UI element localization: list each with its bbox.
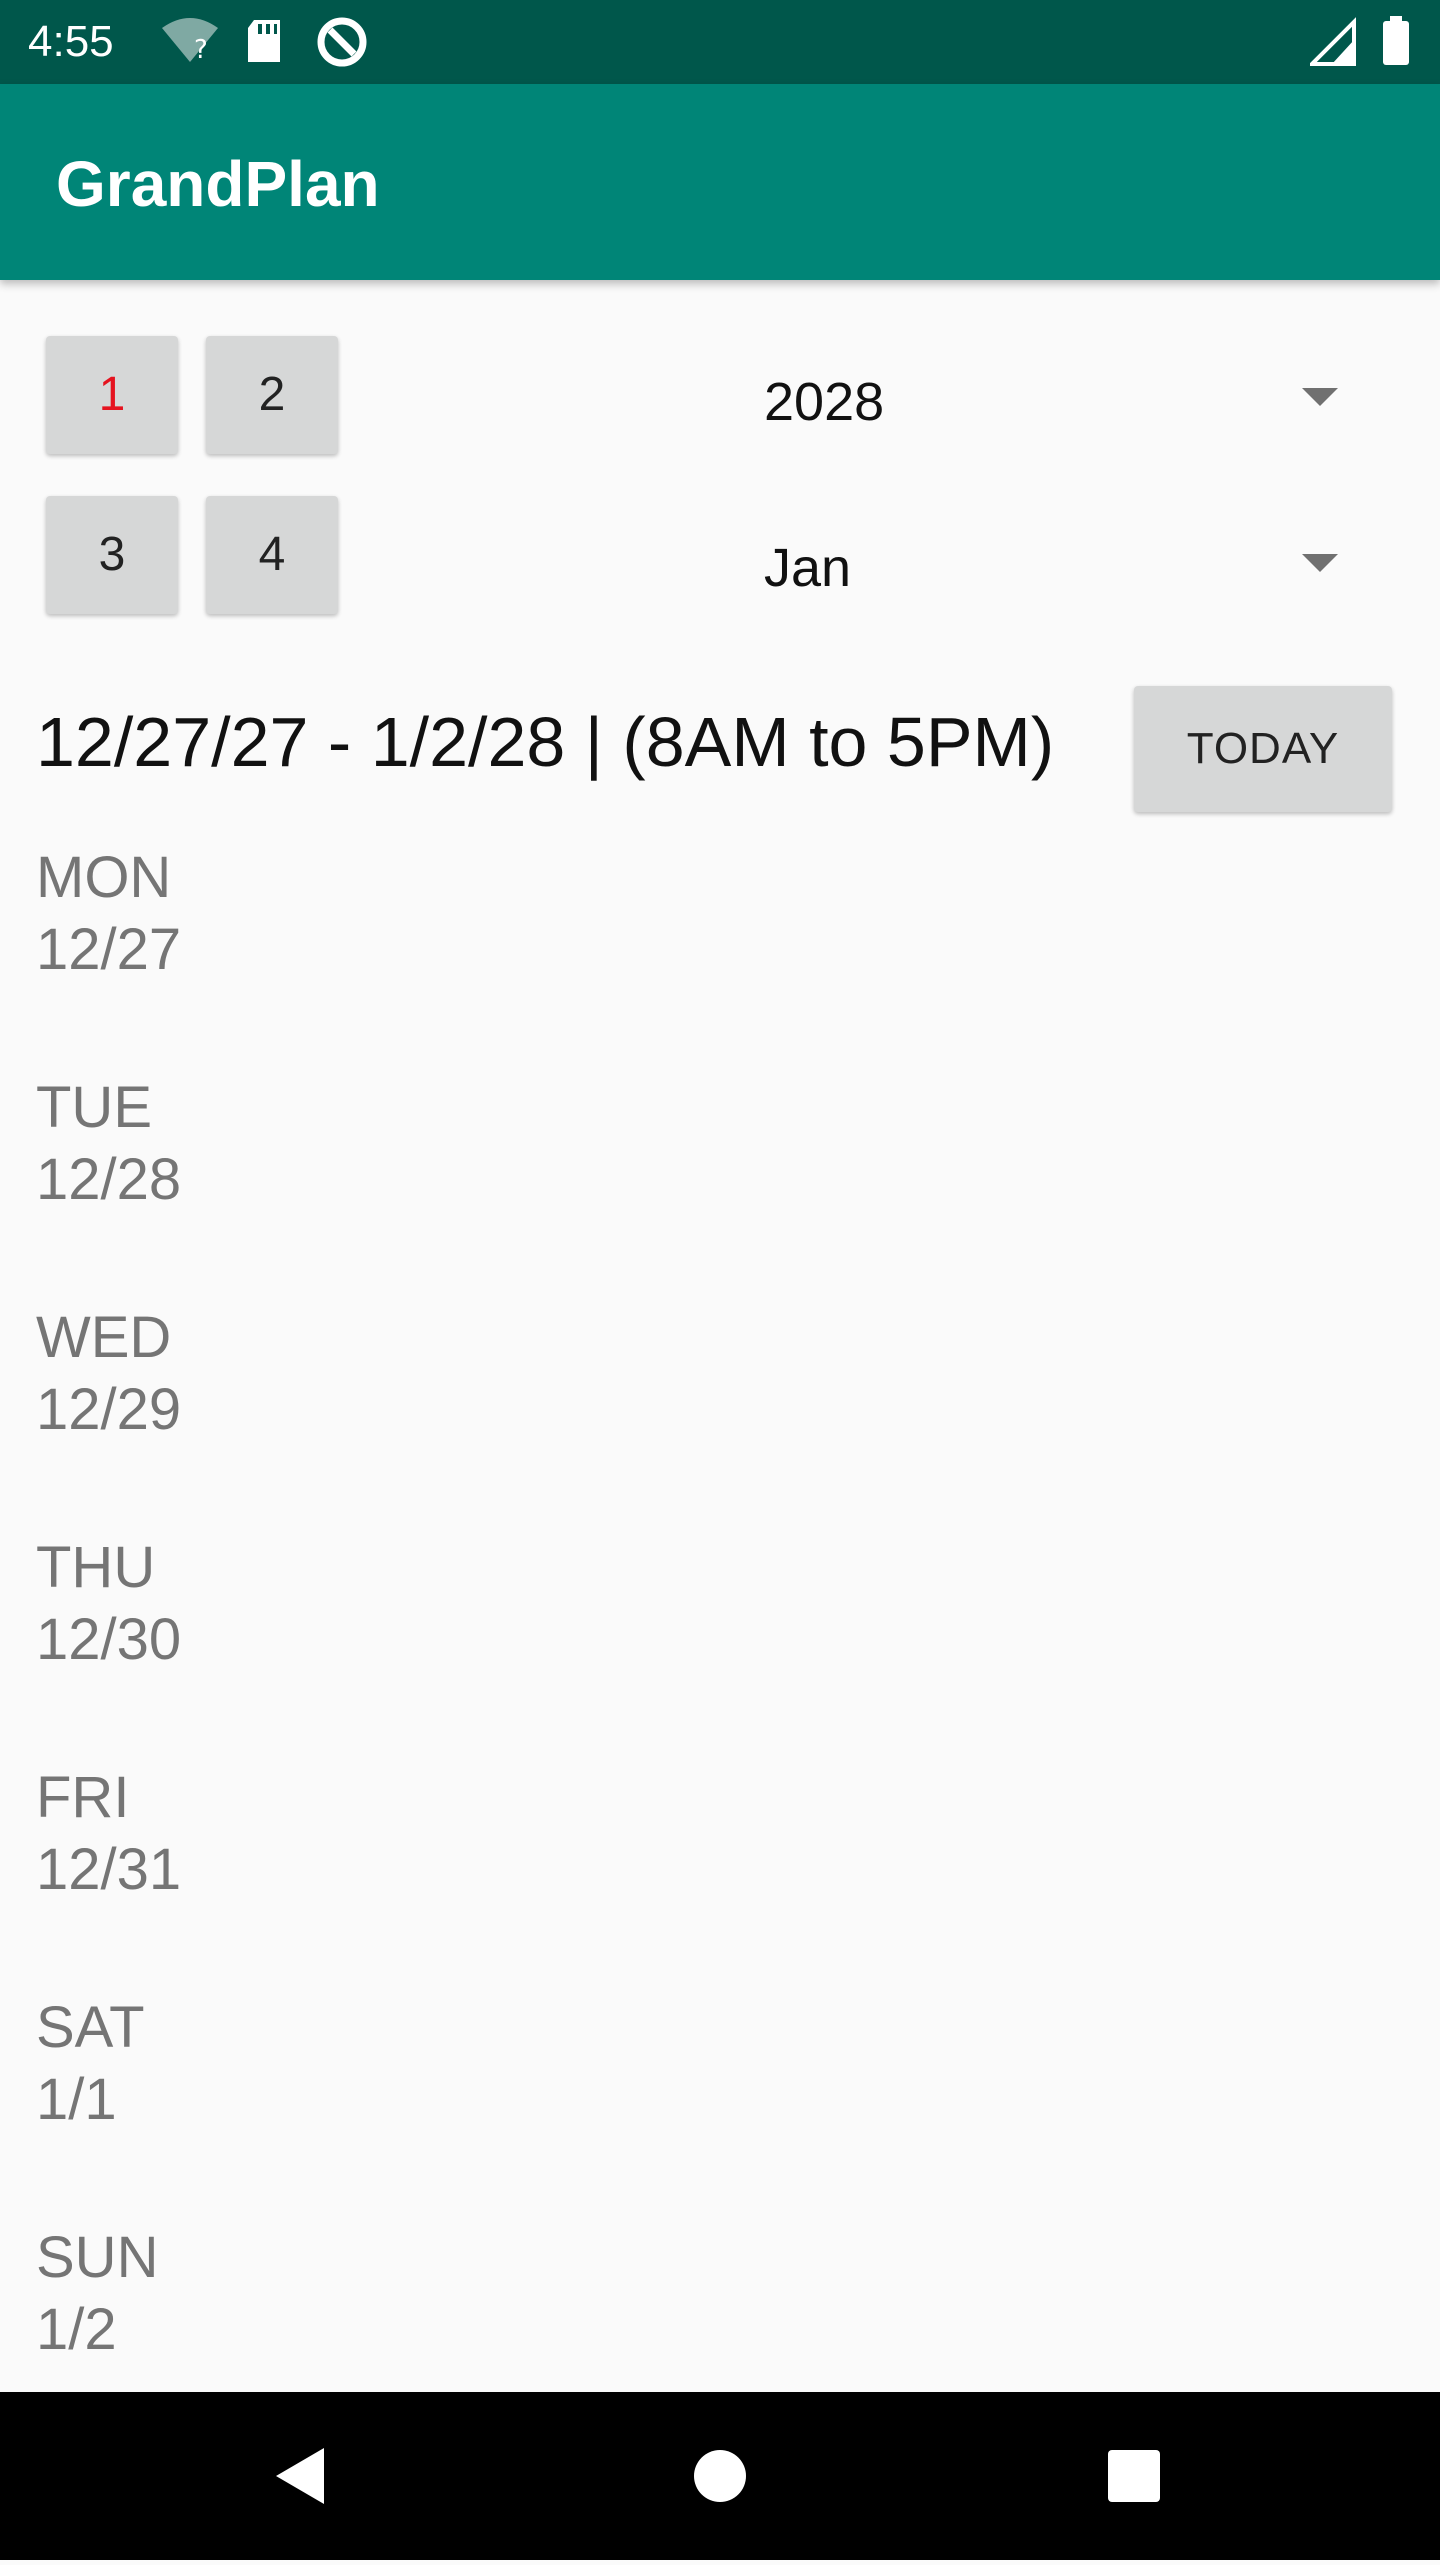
day-date: 1/1	[36, 2067, 117, 2132]
number-button-4[interactable]: 4	[206, 496, 338, 614]
day-name: THU	[36, 1535, 156, 1600]
signal-icon	[1307, 14, 1358, 75]
date-range-label: 12/27/27 - 1/2/28 | (8AM to 5PM)	[36, 703, 1055, 781]
recents-icon	[1108, 2450, 1160, 2502]
today-button[interactable]: TODAY	[1134, 686, 1392, 812]
day-item[interactable]: FRI 12/31	[36, 1762, 636, 1906]
app-bar: GrandPlan	[0, 84, 1440, 280]
number-button-2[interactable]: 2	[206, 336, 338, 454]
home-icon	[694, 2450, 746, 2502]
day-name: TUE	[36, 1075, 152, 1140]
battery-icon	[1380, 14, 1414, 75]
dropdown-arrow-icon	[1302, 554, 1338, 572]
day-item[interactable]: SUN 1/2	[36, 2222, 636, 2366]
year-value: 2028	[764, 372, 885, 432]
day-name: MON	[36, 845, 172, 910]
day-date: 1/2	[36, 2297, 117, 2362]
home-button[interactable]	[620, 2392, 820, 2560]
year-spinner[interactable]: 2028	[740, 340, 1360, 460]
day-item[interactable]: MON 12/27	[36, 842, 636, 986]
day-date: 12/27	[36, 917, 182, 982]
day-item[interactable]: THU 12/30	[36, 1532, 636, 1676]
status-bar: 4:55 ?	[0, 0, 1440, 84]
day-date: 12/28	[36, 1147, 182, 1212]
day-name: SAT	[36, 1995, 145, 2060]
sync-icon	[314, 14, 370, 75]
back-icon	[276, 2448, 324, 2504]
day-item[interactable]: SAT 1/1	[36, 1992, 636, 2136]
day-item[interactable]: TUE 12/28	[36, 1072, 636, 1216]
wifi-question-icon: ?	[160, 14, 220, 75]
back-button[interactable]	[200, 2392, 400, 2560]
number-button-1[interactable]: 1	[46, 336, 178, 454]
sd-card-icon	[244, 14, 284, 75]
app-title: GrandPlan	[56, 148, 380, 220]
navigation-bar	[0, 2392, 1440, 2560]
day-date: 12/29	[36, 1377, 182, 1442]
day-name: SUN	[36, 2225, 159, 2290]
day-item[interactable]: WED 12/29	[36, 1302, 636, 1446]
day-name: FRI	[36, 1765, 130, 1830]
day-date: 12/30	[36, 1607, 182, 1672]
number-button-3[interactable]: 3	[46, 496, 178, 614]
status-time: 4:55	[28, 17, 114, 66]
day-name: WED	[36, 1305, 172, 1370]
month-spinner[interactable]: Jan	[740, 506, 1360, 626]
day-date: 12/31	[36, 1837, 182, 1902]
svg-text:?: ?	[194, 35, 208, 65]
month-value: Jan	[764, 538, 852, 598]
dropdown-arrow-icon	[1302, 388, 1338, 406]
recents-button[interactable]	[1034, 2392, 1234, 2560]
